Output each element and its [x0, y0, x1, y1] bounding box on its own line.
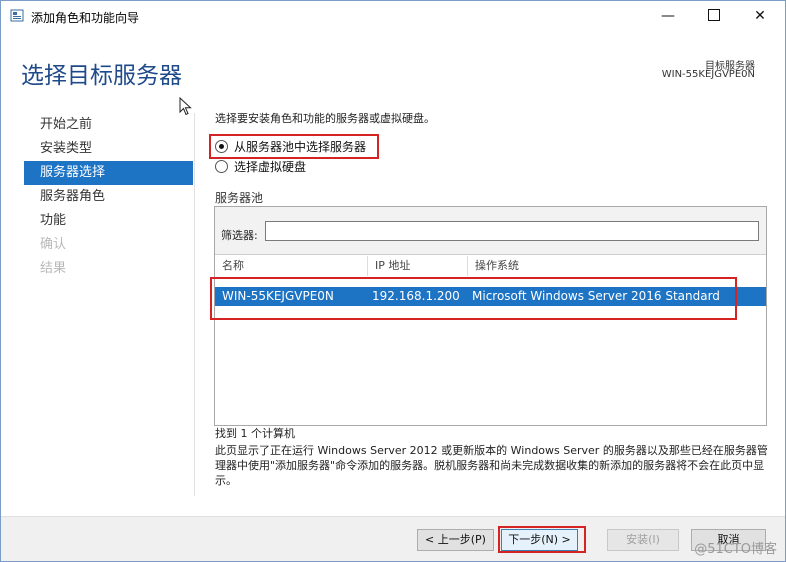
found-count-text: 找到 1 个计算机 — [215, 427, 295, 440]
filter-bar: 筛选器: — [215, 207, 766, 255]
nav-divider — [194, 113, 195, 496]
close-button[interactable]: ✕ — [737, 1, 783, 32]
title-bar[interactable]: 添加角色和功能向导 — ✕ — [1, 1, 785, 32]
filter-label: 筛选器: — [221, 229, 258, 242]
maximize-button[interactable] — [691, 1, 737, 32]
highlight-box-radio — [209, 134, 379, 159]
install-button: 安装(I) — [607, 529, 679, 551]
server-manager-icon — [10, 9, 24, 22]
filter-input[interactable] — [265, 221, 759, 241]
nav-item-installation-type[interactable]: 安装类型 — [24, 137, 193, 161]
nav-item-before-you-begin[interactable]: 开始之前 — [24, 113, 193, 137]
nav-item-results: 结果 — [40, 261, 67, 276]
column-header-os[interactable]: 操作系统 — [468, 256, 765, 276]
maximize-icon — [708, 8, 720, 21]
description-text: 此页显示了正在运行 Windows Server 2012 或更新版本的 Win… — [215, 444, 768, 487]
previous-button[interactable]: < 上一步(P) — [417, 529, 494, 551]
radio-select-vhd[interactable]: 选择虚拟硬盘 — [215, 158, 306, 176]
highlight-box-server-row — [210, 277, 737, 320]
nav-item-features[interactable]: 功能 — [24, 209, 193, 233]
button-bar: < 上一步(P) 下一步(N) > 安装(I) 取消 — [1, 516, 785, 561]
nav-item-server-selection[interactable]: 服务器选择 — [24, 161, 193, 185]
nav-item-confirmation: 确认 — [40, 237, 67, 252]
window-title: 添加角色和功能向导 — [31, 11, 140, 25]
wizard-nav: 开始之前 安装类型 服务器选择 服务器角色 功能 确认 结果 — [24, 113, 193, 281]
radio-label-vhd: 选择虚拟硬盘 — [234, 160, 307, 174]
wizard-window: 添加角色和功能向导 — ✕ 选择目标服务器 目标服务器 WIN-55KEJGVP… — [0, 0, 786, 562]
column-header-ip[interactable]: IP 地址 — [368, 256, 468, 276]
watermark: @51CTO博客 — [694, 542, 777, 557]
radio-unchecked-icon[interactable] — [215, 160, 228, 173]
column-header-name[interactable]: 名称 — [215, 256, 368, 276]
highlight-box-next — [498, 526, 586, 553]
page-title: 选择目标服务器 — [21, 63, 182, 89]
nav-item-server-roles[interactable]: 服务器角色 — [24, 185, 193, 209]
server-pool-label: 服务器池 — [215, 191, 264, 205]
instruction-text: 选择要安装角色和功能的服务器或虚拟硬盘。 — [215, 112, 435, 125]
minimize-button[interactable]: — — [645, 1, 691, 32]
destination-server-value: WIN-55KEJGVPE0N — [661, 69, 755, 80]
